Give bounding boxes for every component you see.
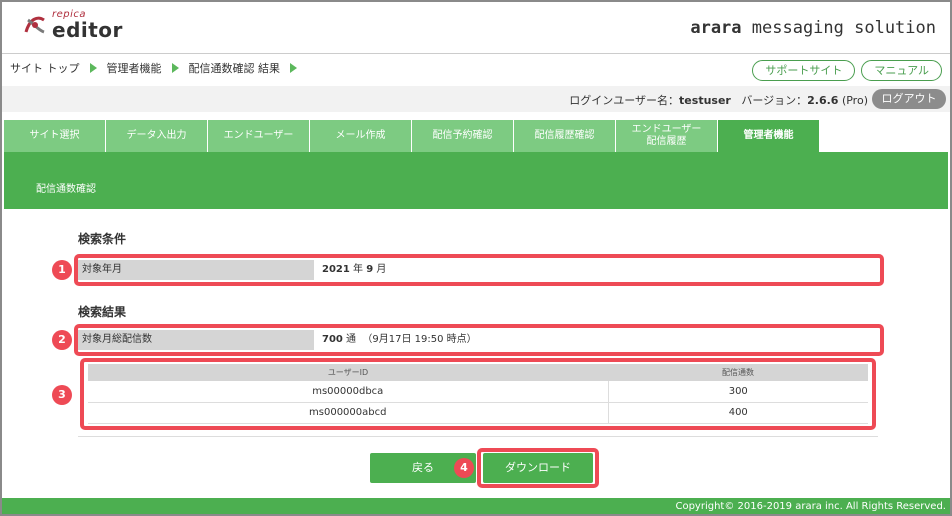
tab-end-user-history[interactable]: エンドユーザー 配信履歴 [616,120,718,152]
version-label: バージョン： [741,94,808,107]
brand-rest: messaging solution [741,18,936,38]
edition-label: (Pro) [841,94,868,107]
tab-site-select[interactable]: サイト選択 [4,120,106,152]
breadcrumb-item-admin[interactable]: 管理者機能 [107,60,162,76]
tab-data-io[interactable]: データ入出力 [106,120,208,152]
tab-end-user[interactable]: エンドユーザー [208,120,310,152]
app-window: repica editor arara messaging solution サ… [0,0,952,516]
tab-delivery-history[interactable]: 配信履歴確認 [514,120,616,152]
tab-delivery-reservation[interactable]: 配信予約確認 [412,120,514,152]
user-name: testuser [679,94,731,107]
annotation-badge-3: 3 [52,385,72,405]
table-bottom-divider [78,436,878,437]
login-info: ログインユーザー名：testuser バージョン：2.6.6 (Pro) [569,92,868,108]
brand-name: arara messaging solution [690,18,936,38]
brand-bold: arara [690,18,742,38]
section-header-band [4,152,948,209]
top-links: サポートサイト マニュアル [752,60,942,81]
main-tabs: サイト選択 データ入出力 エンドユーザー メール作成 配信予約確認 配信履歴確認… [4,120,820,152]
logo-main-text: editor [52,18,123,42]
breadcrumb-arrow-icon [290,63,297,73]
logout-button[interactable]: ログアウト [872,89,946,109]
highlight-box-3 [80,358,876,430]
header: repica editor arara messaging solution [2,2,950,54]
highlight-box-2 [74,324,884,356]
annotation-badge-4: 4 [454,458,474,478]
logo[interactable]: repica editor [22,10,123,40]
highlight-box-4 [477,448,599,488]
section-title: 配信通数確認 [36,184,96,195]
version-number: 2.6.6 [807,94,839,107]
repica-logo-icon [24,16,45,34]
user-label: ログインユーザー名： [569,94,680,107]
login-bar: ログインユーザー名：testuser バージョン：2.6.6 (Pro) ログア… [2,86,950,112]
search-heading: 検索条件 [78,232,127,246]
annotation-badge-2: 2 [52,330,72,350]
breadcrumb-arrow-icon [89,63,97,73]
tab-mail-create[interactable]: メール作成 [310,120,412,152]
support-site-button[interactable]: サポートサイト [752,60,856,81]
breadcrumb-arrow-icon [171,63,179,73]
breadcrumb: サイト トップ 管理者機能 配信通数確認 結果 [10,60,307,76]
annotation-badge-1: 1 [52,260,72,280]
footer-copyright: Copyright© 2016-2019 arara inc. All Righ… [2,498,950,514]
result-heading: 検索結果 [78,305,127,319]
manual-button[interactable]: マニュアル [861,60,942,81]
breadcrumb-item-current: 配信通数確認 結果 [188,62,281,75]
highlight-box-1 [74,254,884,286]
tab-admin[interactable]: 管理者機能 [718,120,820,152]
breadcrumb-item-site-top[interactable]: サイト トップ [10,60,80,76]
